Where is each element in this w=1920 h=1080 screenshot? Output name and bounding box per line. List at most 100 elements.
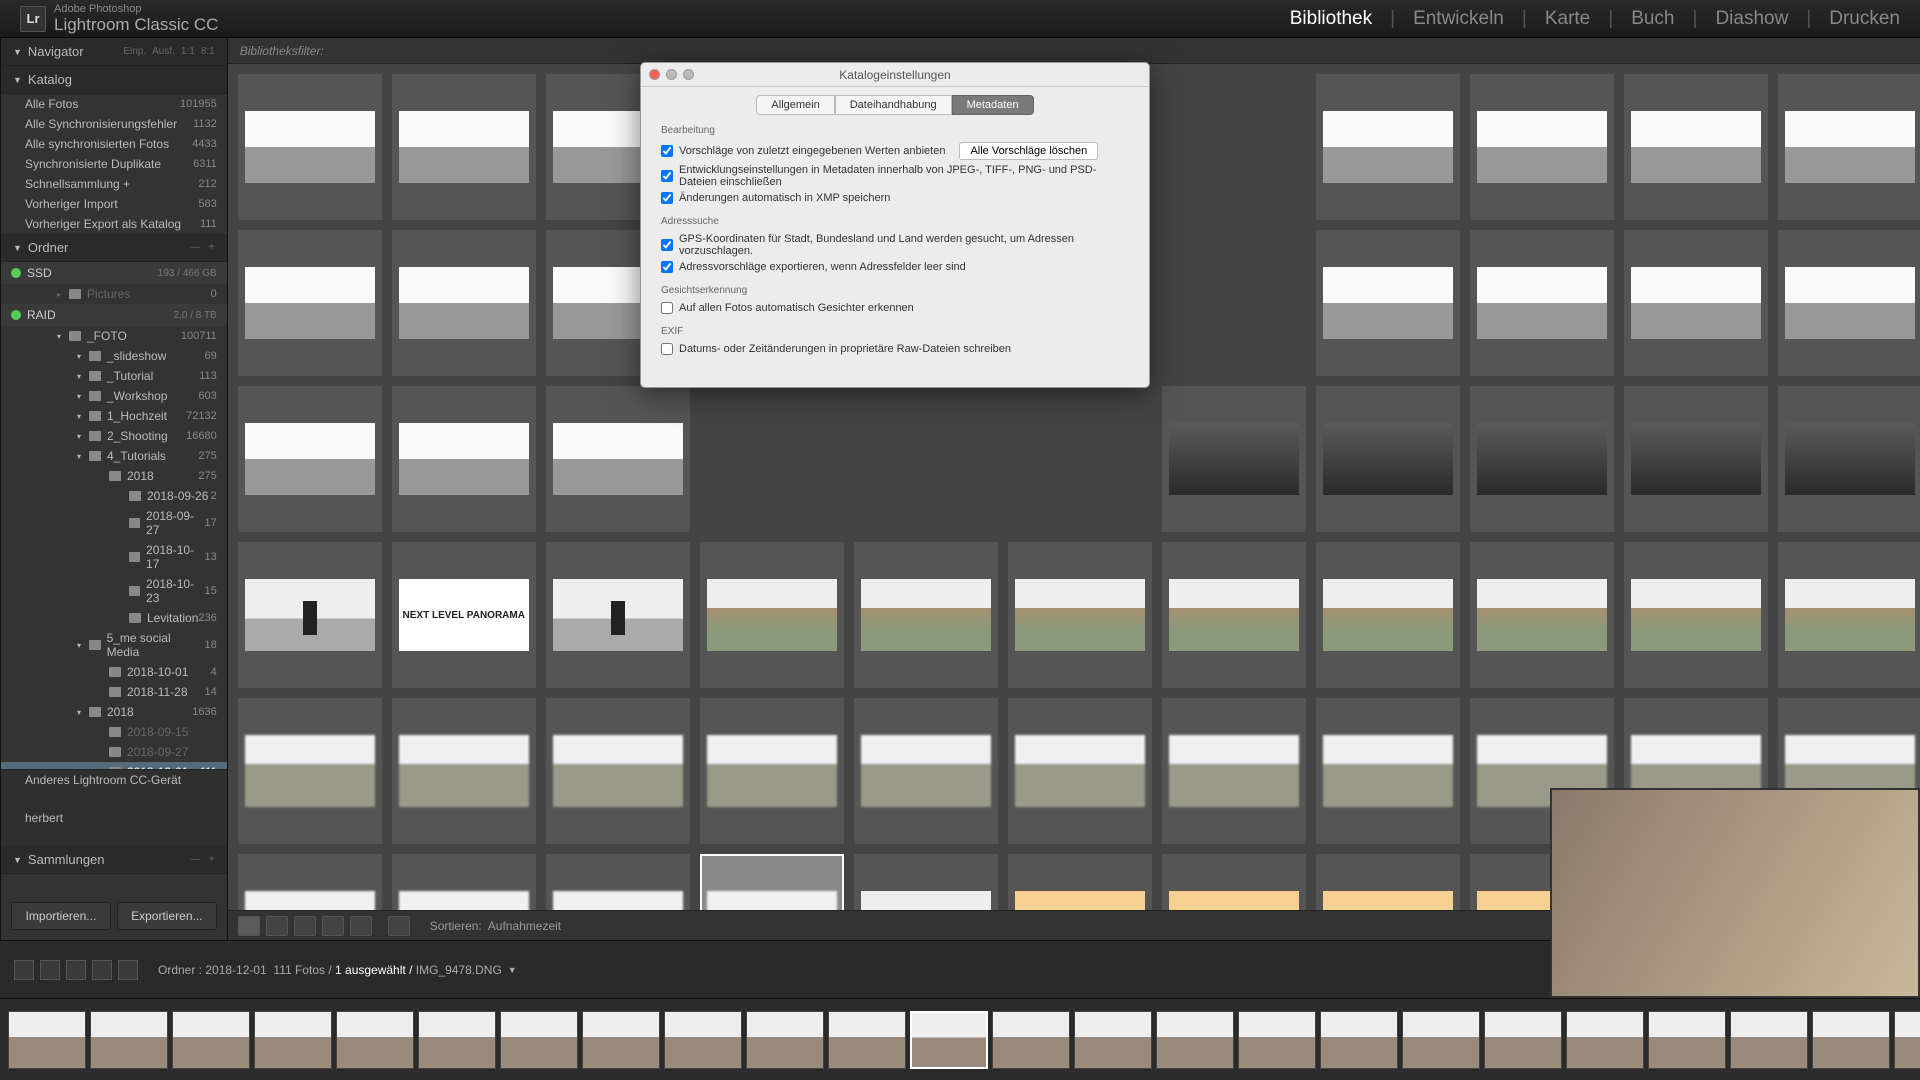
grid-cell[interactable] xyxy=(1316,230,1460,376)
catalog-item[interactable]: Synchronisierte Duplikate6311 xyxy=(1,154,227,174)
grid-cell[interactable] xyxy=(1624,542,1768,688)
grid-cell[interactable] xyxy=(1008,542,1152,688)
grid-cell[interactable] xyxy=(1162,854,1306,910)
grid-cell[interactable] xyxy=(1624,386,1768,532)
folders-header[interactable]: ▼ Ordner — + xyxy=(1,234,227,262)
grid-cell[interactable] xyxy=(392,74,536,220)
grid-cell[interactable] xyxy=(546,698,690,844)
cb-faces[interactable] xyxy=(661,302,673,314)
grid-cell[interactable] xyxy=(1778,230,1920,376)
view-loupe-icon[interactable] xyxy=(266,916,288,936)
dropdown-icon[interactable]: ▼ xyxy=(508,965,517,975)
grid-cell[interactable] xyxy=(1624,74,1768,220)
cb-xmp[interactable] xyxy=(661,192,673,204)
folder-row[interactable]: 2018-09-15 xyxy=(1,722,227,742)
module-library[interactable]: Bibliothek xyxy=(1290,8,1372,30)
cb-export-address[interactable] xyxy=(661,261,673,273)
status-icon[interactable] xyxy=(118,960,138,980)
module-slideshow[interactable]: Diashow xyxy=(1715,8,1788,30)
view-compare-icon[interactable] xyxy=(294,916,316,936)
cb-gps[interactable] xyxy=(661,239,673,251)
catalog-item[interactable]: Schnellsammlung +212 xyxy=(1,174,227,194)
grid-cell[interactable] xyxy=(392,854,536,910)
grid-cell[interactable] xyxy=(1162,386,1306,532)
folder-row[interactable]: 2018-09-262 xyxy=(1,486,227,506)
grid-cell[interactable] xyxy=(1316,386,1460,532)
grid-cell[interactable] xyxy=(238,386,382,532)
grid-cell[interactable] xyxy=(238,230,382,376)
cb-dev-settings[interactable] xyxy=(661,170,673,182)
grid-cell[interactable] xyxy=(1316,698,1460,844)
filmstrip-thumb[interactable] xyxy=(1812,1011,1890,1069)
grid-cell[interactable] xyxy=(546,854,690,910)
folder-row[interactable]: 2018-09-2717 xyxy=(1,506,227,540)
nav-mode-1-1[interactable]: 1:1 xyxy=(181,46,195,57)
grid-cell[interactable] xyxy=(1316,542,1460,688)
grid-cell[interactable] xyxy=(238,74,382,220)
filmstrip-thumb[interactable] xyxy=(500,1011,578,1069)
filmstrip-thumb[interactable] xyxy=(1894,1011,1920,1069)
grid-cell[interactable] xyxy=(1470,74,1614,220)
grid-cell[interactable] xyxy=(546,542,690,688)
filmstrip-thumb[interactable] xyxy=(1648,1011,1726,1069)
grid-cell[interactable] xyxy=(854,542,998,688)
folder-row[interactable]: 2018-09-27 xyxy=(1,742,227,762)
grid-cell[interactable] xyxy=(1316,854,1460,910)
folder-row[interactable]: 2018-11-2814 xyxy=(1,682,227,702)
cb-exif[interactable] xyxy=(661,343,673,355)
grid-cell[interactable] xyxy=(1778,74,1920,220)
drive-row[interactable]: SSD193 / 466 GB xyxy=(1,262,227,284)
grid-cell[interactable] xyxy=(1470,542,1614,688)
nav-mode-fit[interactable]: Einp. xyxy=(123,46,146,57)
folder-row[interactable]: ▾_Workshop603 xyxy=(1,386,227,406)
catalog-item[interactable]: Alle Synchronisierungsfehler1132 xyxy=(1,114,227,134)
nav-mode-fill[interactable]: Ausf. xyxy=(152,46,175,57)
filmstrip-thumb[interactable] xyxy=(1238,1011,1316,1069)
painter-icon[interactable] xyxy=(388,916,410,936)
view-people-icon[interactable] xyxy=(350,916,372,936)
filmstrip-thumb[interactable] xyxy=(1320,1011,1398,1069)
folder-row[interactable]: ▾20181636 xyxy=(1,702,227,722)
cb-suggestions[interactable] xyxy=(661,145,673,157)
grid-cell[interactable] xyxy=(1162,542,1306,688)
folder-row[interactable]: ▾_slideshow69 xyxy=(1,346,227,366)
filmstrip-thumb[interactable] xyxy=(1074,1011,1152,1069)
herbert-row[interactable]: herbert xyxy=(1,808,227,828)
folder-row[interactable]: ▾4_Tutorials275 xyxy=(1,446,227,466)
folder-row[interactable]: ▸Pictures0 xyxy=(1,284,227,304)
filmstrip-thumb[interactable] xyxy=(172,1011,250,1069)
filmstrip[interactable] xyxy=(0,998,1920,1080)
module-map[interactable]: Karte xyxy=(1545,8,1590,30)
filmstrip-thumb[interactable] xyxy=(746,1011,824,1069)
grid-cell[interactable] xyxy=(392,230,536,376)
filmstrip-thumb[interactable] xyxy=(1484,1011,1562,1069)
filmstrip-thumb[interactable] xyxy=(664,1011,742,1069)
folder-row[interactable]: ▾5_me social Media18 xyxy=(1,628,227,662)
grid-cell[interactable]: NEXT LEVEL PANORAMA xyxy=(392,542,536,688)
grid-cell[interactable] xyxy=(1624,230,1768,376)
filmstrip-thumb[interactable] xyxy=(336,1011,414,1069)
grid-cell[interactable] xyxy=(1316,74,1460,220)
sort-value[interactable]: Aufnahmezeit xyxy=(488,919,561,933)
import-button[interactable]: Importieren... xyxy=(11,902,111,930)
module-print[interactable]: Drucken xyxy=(1829,8,1900,30)
export-button[interactable]: Exportieren... xyxy=(117,902,217,930)
module-develop[interactable]: Entwickeln xyxy=(1413,8,1504,30)
catalog-header[interactable]: ▼ Katalog xyxy=(1,66,227,94)
filmstrip-thumb[interactable] xyxy=(582,1011,660,1069)
folder-row[interactable]: 2018275 xyxy=(1,466,227,486)
catalog-item[interactable]: Alle synchronisierten Fotos4433 xyxy=(1,134,227,154)
nav-mode-8-1[interactable]: 8:1 xyxy=(201,46,215,57)
view-grid-icon[interactable] xyxy=(238,916,260,936)
grid-cell[interactable] xyxy=(238,542,382,688)
folder-row[interactable]: ▾2_Shooting16680 xyxy=(1,426,227,446)
grid-cell[interactable] xyxy=(700,854,844,910)
filmstrip-thumb[interactable] xyxy=(828,1011,906,1069)
tab-filehandling[interactable]: Dateihandhabung xyxy=(835,95,952,115)
filmstrip-thumb[interactable] xyxy=(992,1011,1070,1069)
status-icon[interactable] xyxy=(14,960,34,980)
navigator-header[interactable]: ▼ Navigator Einp. Ausf. 1:1 8:1 xyxy=(1,38,227,66)
folder-row[interactable]: 2018-10-014 xyxy=(1,662,227,682)
filmstrip-thumb[interactable] xyxy=(254,1011,332,1069)
filmstrip-thumb[interactable] xyxy=(90,1011,168,1069)
